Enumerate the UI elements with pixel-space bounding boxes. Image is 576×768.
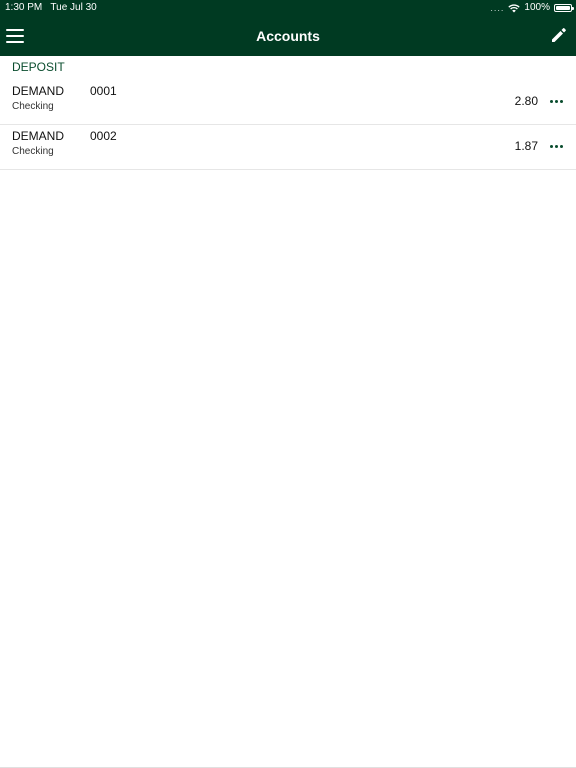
account-type: DEMAND bbox=[12, 129, 65, 143]
more-options-icon[interactable] bbox=[550, 141, 564, 151]
status-time-text: 1:30 PM bbox=[5, 2, 43, 13]
account-type: DEMAND bbox=[12, 84, 65, 98]
battery-icon bbox=[554, 4, 574, 12]
top-bar: 1:30 PM Tue Jul 30 .... 100% Accounts bbox=[0, 0, 576, 56]
account-row[interactable]: DEMAND 0001 Checking 2.80 bbox=[0, 80, 576, 125]
battery-percent: 100% bbox=[524, 2, 550, 13]
status-right: .... 100% bbox=[490, 0, 574, 16]
account-number: 0001 bbox=[90, 84, 117, 98]
status-time: 1:30 PM Tue Jul 30 bbox=[5, 0, 97, 16]
account-row[interactable]: DEMAND 0002 Checking 1.87 bbox=[0, 125, 576, 170]
section-header-deposit: DEPOSIT bbox=[12, 60, 65, 74]
page-title: Accounts bbox=[256, 28, 320, 44]
pencil-edit-icon[interactable] bbox=[550, 26, 568, 44]
account-balance: 1.87 bbox=[514, 139, 538, 153]
navigation-bar: Accounts bbox=[0, 16, 576, 56]
more-options-icon[interactable] bbox=[550, 96, 564, 106]
status-bar: 1:30 PM Tue Jul 30 .... 100% bbox=[0, 0, 576, 16]
account-subtype: Checking bbox=[12, 146, 54, 157]
account-subtype: Checking bbox=[12, 101, 54, 112]
wifi-icon bbox=[508, 3, 521, 12]
status-date-text: Tue Jul 30 bbox=[50, 2, 97, 13]
account-number: 0002 bbox=[90, 129, 117, 143]
account-balance: 2.80 bbox=[514, 94, 538, 108]
signal-dots: .... bbox=[490, 3, 505, 13]
